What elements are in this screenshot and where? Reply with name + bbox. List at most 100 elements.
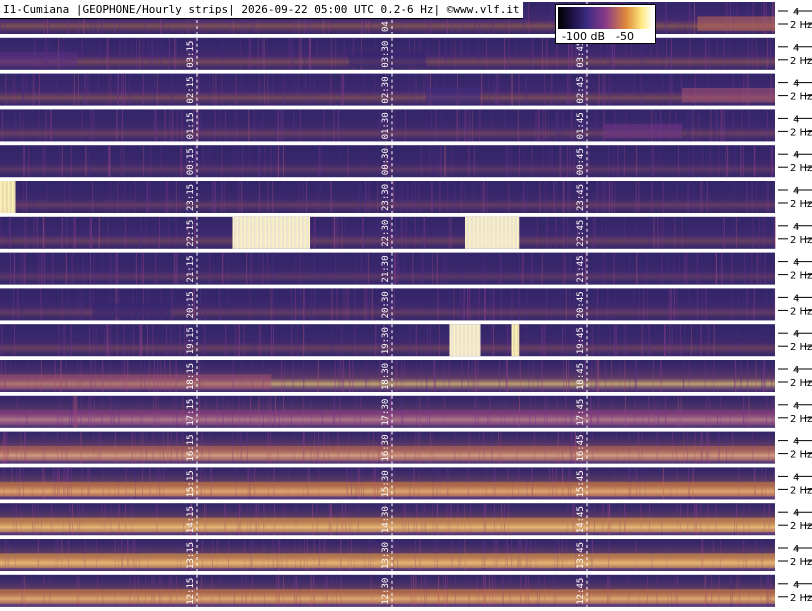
strip-9-streak (507, 324, 509, 357)
strip-5-streak (124, 181, 126, 213)
strip-9-streak (110, 324, 112, 357)
strip-2-streak (78, 73, 79, 106)
strip-9-streak (541, 324, 543, 357)
strip-6-streak (0, 216, 2, 249)
strip-6-streak (766, 216, 768, 249)
strip-2-streak (662, 73, 664, 106)
strip-10-streak (765, 360, 767, 392)
strip-1-streak (288, 37, 290, 70)
strip-5-streak (411, 181, 413, 213)
strip-6-streak (536, 216, 538, 249)
strip-6-streak (61, 216, 63, 249)
strip-9-streak (132, 324, 134, 357)
strip-6-streak (42, 216, 44, 249)
strip-1-streak (671, 37, 672, 70)
strip-3-streak (323, 109, 325, 142)
strip-3-streak (716, 109, 718, 142)
strip-6-streak (332, 216, 334, 249)
strip-4-streak (701, 145, 703, 178)
strip-10-streak (433, 360, 435, 392)
strip-1-freq-label: 4 (793, 43, 799, 54)
strip-6-streak (89, 216, 91, 249)
strip-3-streak (603, 109, 605, 142)
chart-title: I1-Cumiana |GEOPHONE/Hourly strips| 2026… (0, 2, 523, 19)
strip-3-streak (692, 109, 694, 142)
strip-3-streak (426, 109, 428, 142)
strip-14-time-label: 14:30 (381, 506, 391, 533)
strip-7-streak (446, 252, 448, 285)
strip-8-streak (171, 288, 173, 321)
strip-6-burst-line (477, 216, 479, 249)
strip-8-streak (346, 288, 348, 321)
strip-6-burst-line (517, 216, 519, 249)
strip-7-streak (541, 252, 543, 285)
strip-2-streak (39, 73, 41, 106)
strip-4-streak (617, 145, 619, 178)
strip-2-streak (293, 73, 295, 106)
strip-3-streak (171, 109, 173, 142)
strip-4-streak (264, 145, 266, 178)
strip-7-streak (258, 252, 260, 285)
strip-6-burst-line (268, 216, 270, 249)
strip-3-streak (225, 109, 227, 142)
strip-4-streak (651, 145, 653, 178)
strip-4-time-label: 00:15 (186, 148, 196, 175)
strip-3-streak (747, 109, 749, 142)
strip-5-streak (401, 181, 403, 213)
strip-8-streak (17, 288, 19, 321)
strip-4-streak (573, 145, 575, 178)
strip-6-burst-line (232, 216, 234, 249)
strip-2-streak (12, 73, 14, 106)
strip-5-streak (330, 181, 332, 213)
strip-1-streak (308, 37, 310, 70)
strip-4-streak (473, 145, 475, 178)
strip-2-burst-1 (682, 88, 775, 103)
strip-4-streak (278, 145, 279, 178)
strip-7-streak (272, 252, 274, 285)
strip-2-streak (551, 73, 553, 106)
strip-3-streak (253, 109, 255, 142)
strip-3-streak (281, 109, 283, 142)
strip-0-streak (689, 2, 691, 34)
strip-1-streak (139, 37, 140, 70)
strip-1-burst-0 (0, 52, 78, 67)
strip-8-streak (463, 288, 465, 321)
strip-8-streak (633, 288, 634, 321)
strip-3-streak (93, 109, 95, 142)
strip-5-streak (407, 181, 409, 213)
strip-7-streak (396, 252, 398, 285)
strip-8-streak (343, 288, 345, 321)
strip-1-streak (160, 37, 162, 70)
strip-5-streak (687, 181, 689, 213)
strip-3-streak (262, 109, 264, 142)
strip-8-time-label: 20:15 (186, 291, 196, 318)
strip-6-streak (139, 216, 141, 249)
strip-2-streak (285, 73, 287, 106)
strip-4-streak (762, 145, 764, 178)
strip-8-streak (554, 288, 556, 321)
strip-8-streak (449, 288, 451, 321)
strip-10-streak (434, 360, 436, 392)
strip-6-streak (439, 216, 441, 249)
strip-1-streak (460, 37, 462, 70)
strip-1-streak (752, 37, 754, 70)
strip-13-time-label: 15:15 (186, 470, 196, 497)
strip-8-streak (674, 288, 675, 321)
strip-4-streak (233, 145, 235, 178)
strip-9-streak (664, 324, 666, 357)
strip-3-streak (1, 109, 3, 142)
strip-2-streak (313, 73, 315, 106)
strip-7-streak (71, 252, 73, 285)
strip-6-burst-line (489, 216, 491, 249)
strip-9-streak (285, 324, 287, 357)
strip-4-streak (504, 145, 506, 178)
strip-6-streak (624, 216, 626, 249)
strip-10-streak (735, 360, 737, 392)
strip-7-streak (135, 252, 137, 285)
strip-9-streak (598, 324, 600, 357)
strip-9-streak (564, 324, 566, 357)
strip-6-streak (314, 216, 316, 249)
strip-5-streak (215, 181, 216, 213)
strip-5-streak (258, 181, 260, 213)
strip-2-streak (142, 73, 144, 106)
